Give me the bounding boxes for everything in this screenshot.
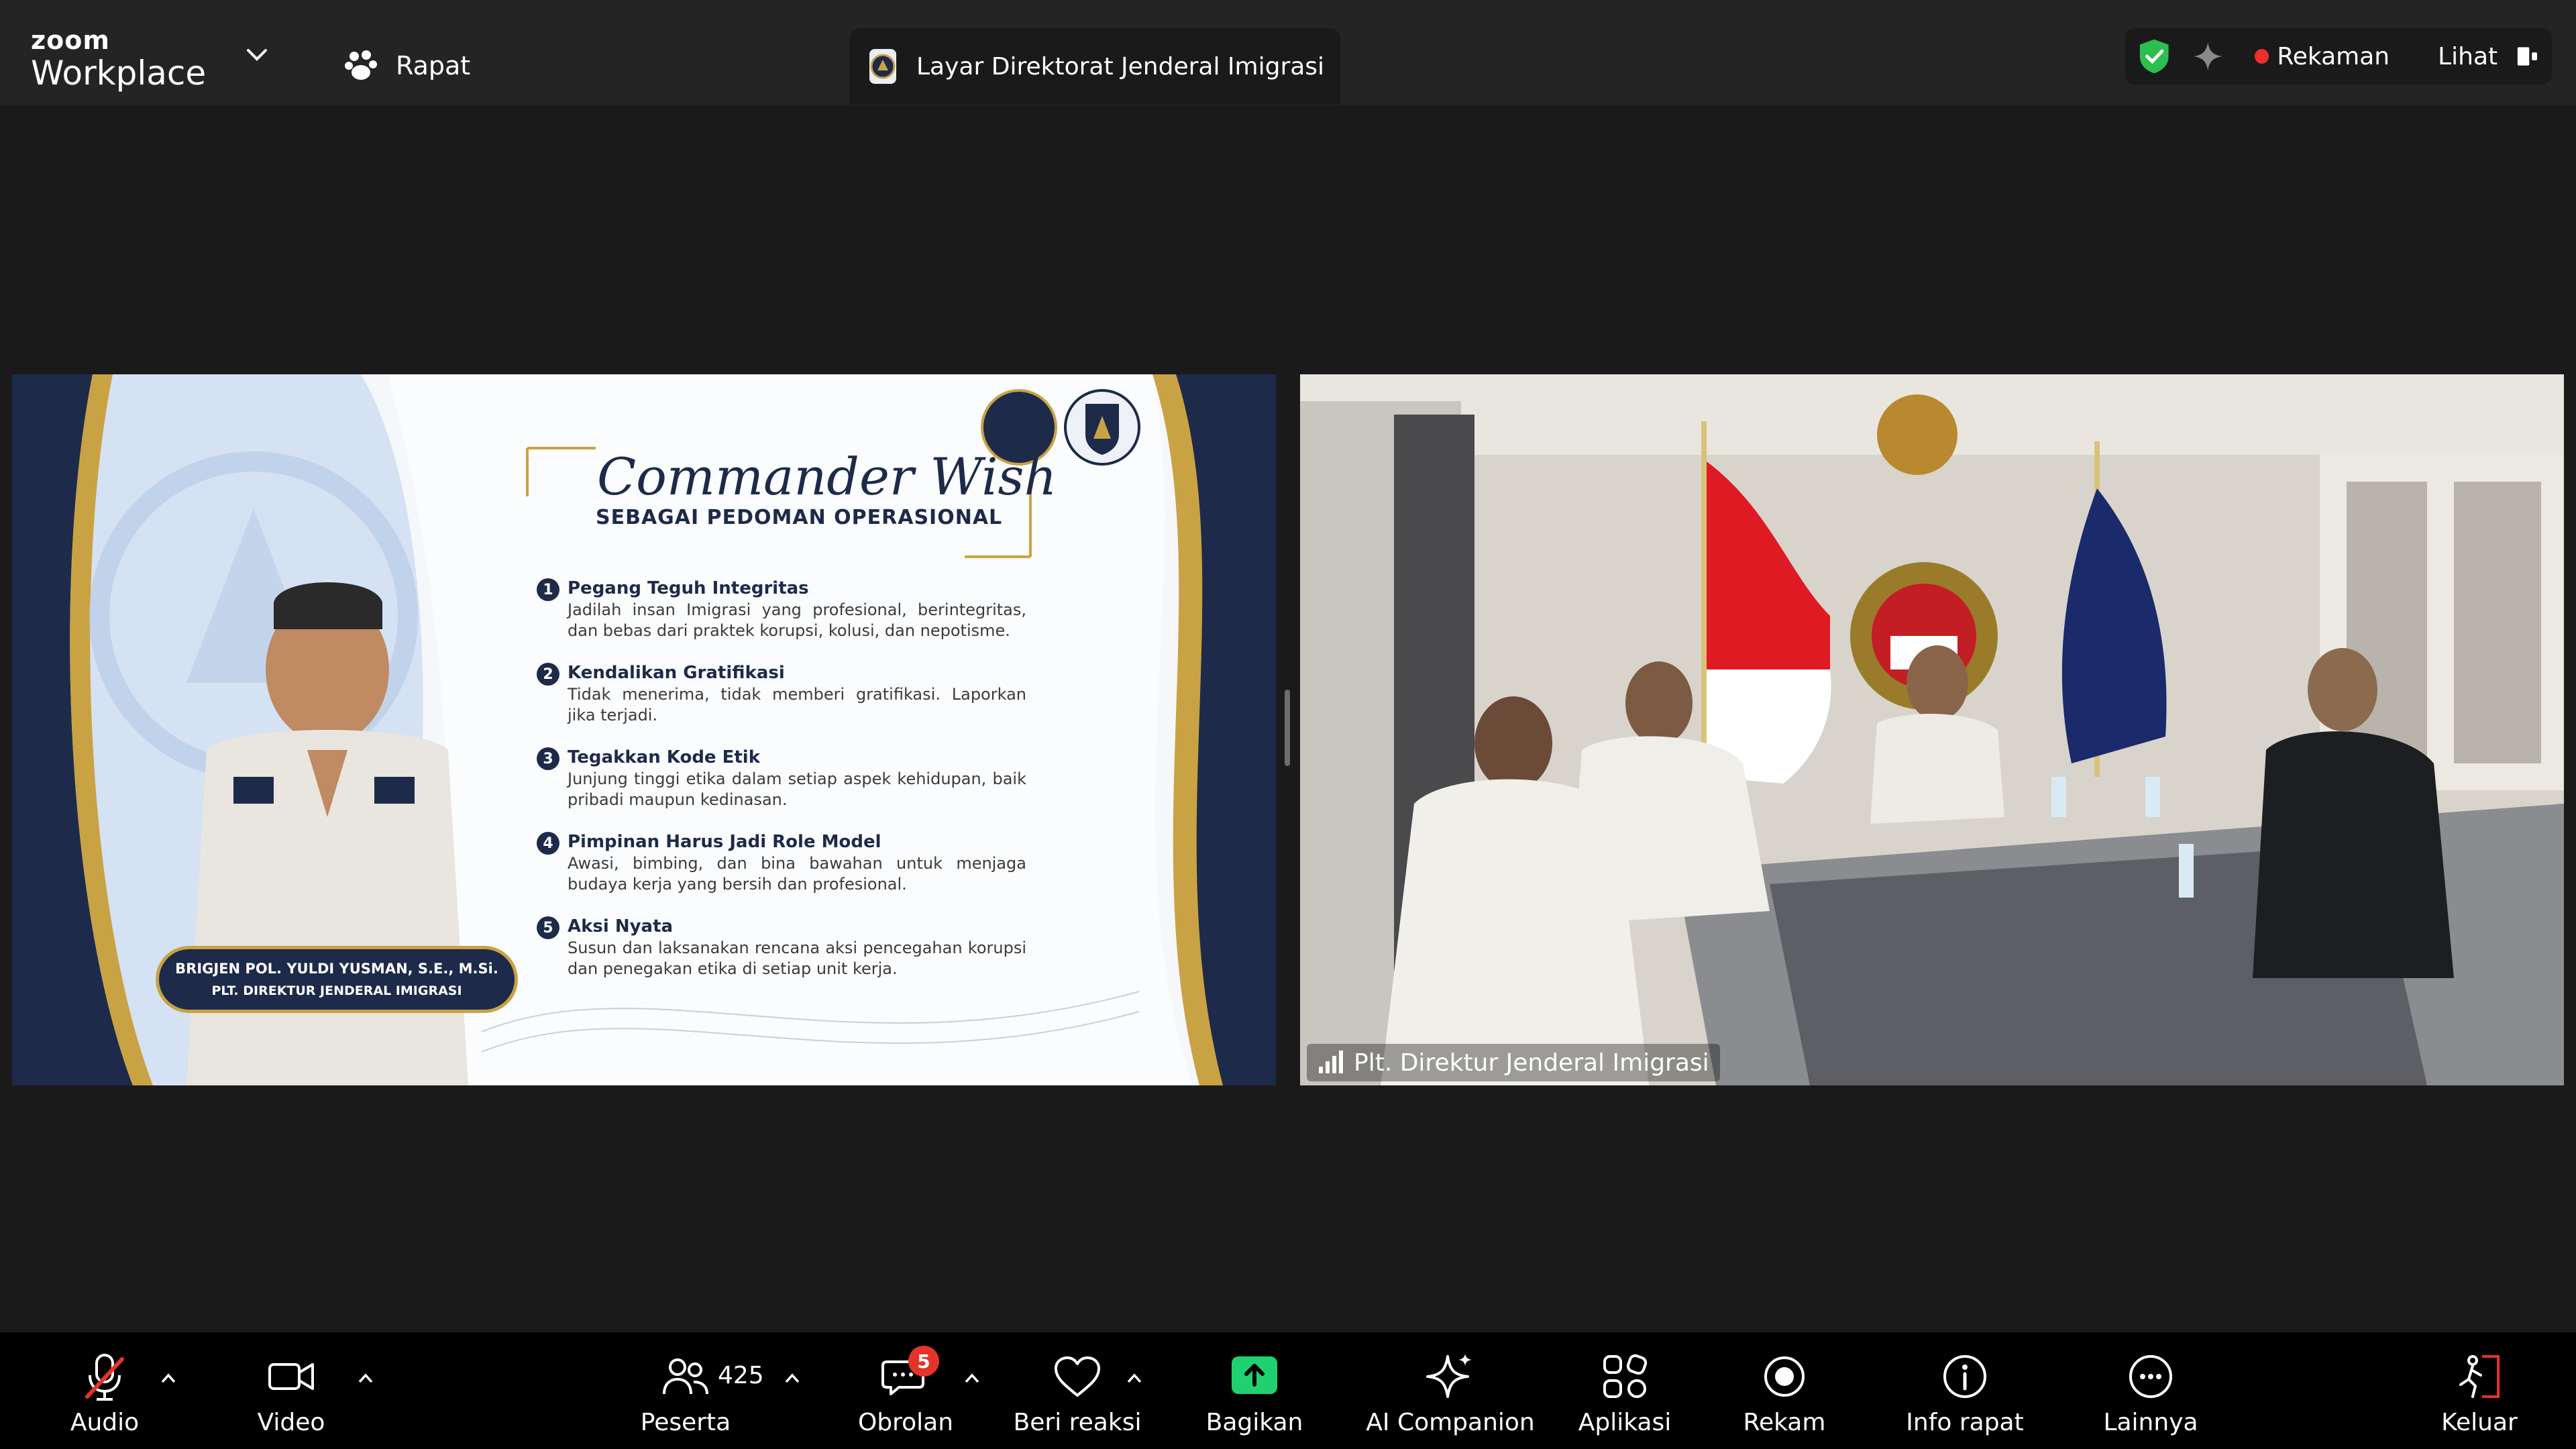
view-layout-icon[interactable] bbox=[2514, 43, 2540, 70]
participants-paw-icon bbox=[345, 50, 377, 80]
chat-unread-badge: 5 bbox=[908, 1346, 939, 1377]
microphone-muted-icon bbox=[85, 1354, 124, 1401]
brand-bottom: Workplace bbox=[31, 54, 207, 93]
point-description: Junjung tinggi etika dalam setiap aspek … bbox=[568, 769, 1026, 809]
share-tab-title: Layar Direktorat Jenderal Imigrasi bbox=[916, 52, 1325, 80]
zoom-meeting-window: zoom Workplace Rapat Layar Direktorat Je… bbox=[0, 0, 2576, 1449]
point-description: Awasi, bimbing, dan bina bawahan untuk m… bbox=[568, 854, 1026, 894]
ai-companion-button[interactable]: AI Companion bbox=[1363, 1332, 1538, 1449]
meeting-status-bar: Rekaman Lihat bbox=[2125, 28, 2552, 85]
view-button[interactable]: Lihat bbox=[2438, 43, 2498, 70]
zoom-workplace-logo[interactable]: zoom Workplace bbox=[31, 27, 206, 93]
more-dots-icon bbox=[2129, 1355, 2172, 1398]
list-item: 5 Aksi Nyata Susun dan laksanakan rencan… bbox=[537, 915, 1026, 979]
participant-name-tag: Plt. Direktur Jenderal Imigrasi bbox=[1307, 1044, 1720, 1081]
chat-button[interactable]: 5 Obrolan bbox=[857, 1332, 954, 1449]
audio-options-caret-icon[interactable] bbox=[158, 1368, 178, 1389]
point-number: 1 bbox=[537, 578, 559, 601]
meeting-label: Rapat bbox=[396, 51, 471, 80]
imigrasi-logo bbox=[1064, 389, 1140, 466]
meeting-info-button[interactable]: Info rapat bbox=[1902, 1332, 2027, 1449]
reaction-options-caret-icon[interactable] bbox=[1124, 1368, 1144, 1389]
reaction-button[interactable]: Beri reaksi bbox=[1013, 1332, 1142, 1449]
chevron-down-icon[interactable] bbox=[246, 47, 268, 63]
slide-title: Commander Wish bbox=[597, 447, 1057, 506]
point-number: 2 bbox=[537, 663, 559, 686]
leave-button[interactable]: Keluar bbox=[2432, 1332, 2526, 1449]
point-title: Pegang Teguh Integritas bbox=[568, 578, 809, 598]
apps-button[interactable]: Aplikasi bbox=[1578, 1332, 1672, 1449]
record-label: Rekam bbox=[1743, 1409, 1826, 1436]
point-number: 5 bbox=[537, 916, 559, 939]
point-description: Tidak menerima, tidak memberi gratifikas… bbox=[568, 685, 1026, 724]
shared-slide-tile[interactable]: Commander Wish SEBAGAI PEDOMAN OPERASION… bbox=[12, 374, 1276, 1085]
ai-companion-label: AI Companion bbox=[1366, 1409, 1535, 1436]
recording-dot-icon bbox=[2254, 49, 2269, 64]
chat-label: Obrolan bbox=[857, 1409, 954, 1436]
point-description: Susun dan laksanakan rencana aksi penceg… bbox=[568, 938, 1026, 978]
more-button[interactable]: Lainnya bbox=[2097, 1332, 2204, 1449]
video-camera-icon bbox=[268, 1363, 314, 1390]
participants-count: 425 bbox=[718, 1362, 764, 1389]
participant-video-tile[interactable]: Plt. Direktur Jenderal Imigrasi bbox=[1300, 374, 2564, 1085]
info-icon bbox=[1943, 1355, 1986, 1398]
officer-name-banner: BRIGJEN POL. YULDI YUSMAN, S.E., M.Si. P… bbox=[156, 946, 518, 1013]
imigrasi-logo-icon bbox=[869, 49, 896, 84]
point-number: 4 bbox=[537, 832, 559, 855]
apps-label: Aplikasi bbox=[1578, 1409, 1672, 1436]
top-bar: zoom Workplace Rapat Layar Direktorat Je… bbox=[0, 0, 2576, 105]
commander-wish-list: 1 Pegang Teguh Integritas Jadilah insan … bbox=[537, 577, 1026, 1000]
more-label: Lainnya bbox=[2103, 1409, 2198, 1436]
list-item: 1 Pegang Teguh Integritas Jadilah insan … bbox=[537, 577, 1026, 641]
video-options-caret-icon[interactable] bbox=[356, 1368, 376, 1389]
signal-strength-icon bbox=[1319, 1051, 1343, 1073]
video-button[interactable]: Video bbox=[251, 1332, 331, 1449]
leave-label: Keluar bbox=[2441, 1409, 2518, 1436]
shield-check-icon[interactable] bbox=[2137, 38, 2171, 75]
meeting-button[interactable]: Rapat bbox=[342, 42, 470, 90]
imigrasi-emblem-icon bbox=[1085, 404, 1119, 455]
brand-top: zoom bbox=[31, 25, 110, 55]
recording-label[interactable]: Rekaman bbox=[2277, 43, 2390, 70]
participants-options-caret-icon[interactable] bbox=[782, 1368, 802, 1389]
share-screen-button[interactable]: Bagikan bbox=[1205, 1332, 1303, 1449]
participants-label: Peserta bbox=[640, 1409, 731, 1436]
share-label: Bagikan bbox=[1205, 1409, 1303, 1436]
point-title: Pimpinan Harus Jadi Role Model bbox=[568, 832, 881, 852]
tile-resize-handle[interactable] bbox=[1285, 690, 1290, 766]
meeting-room-video bbox=[1300, 374, 2564, 1085]
ai-sparkle-icon[interactable] bbox=[2191, 39, 2224, 74]
point-title: Aksi Nyata bbox=[568, 916, 674, 936]
heart-icon bbox=[1055, 1356, 1100, 1397]
chat-options-caret-icon[interactable] bbox=[962, 1368, 982, 1389]
record-button[interactable]: Rekam bbox=[1737, 1332, 1831, 1449]
point-title: Tegakkan Kode Etik bbox=[568, 747, 761, 767]
meeting-info-label: Info rapat bbox=[1906, 1409, 2024, 1436]
list-item: 2 Kendalikan Gratifikasi Tidak menerima,… bbox=[537, 661, 1026, 726]
participants-icon bbox=[663, 1358, 708, 1395]
participants-button[interactable]: Peserta bbox=[639, 1332, 733, 1449]
officer-title: PLT. DIREKTUR JENDERAL IMIGRASI bbox=[211, 983, 462, 998]
record-icon bbox=[1764, 1356, 1805, 1397]
participant-name: Plt. Direktur Jenderal Imigrasi bbox=[1354, 1049, 1709, 1077]
meeting-toolbar: Audio Video Peserta 425 5 Obrolan Beri r… bbox=[0, 1332, 2576, 1449]
slide-subtitle: SEBAGAI PEDOMAN OPERASIONAL bbox=[596, 506, 1003, 529]
leave-door-icon bbox=[2459, 1355, 2500, 1398]
point-description: Jadilah insan Imigrasi yang profesional,… bbox=[568, 600, 1026, 640]
reaction-label: Beri reaksi bbox=[1013, 1409, 1142, 1436]
officer-name: BRIGJEN POL. YULDI YUSMAN, S.E., M.Si. bbox=[175, 961, 498, 977]
point-number: 3 bbox=[537, 747, 559, 770]
point-title: Kendalikan Gratifikasi bbox=[568, 663, 785, 683]
share-arrow-icon bbox=[1232, 1356, 1277, 1394]
video-label: Video bbox=[257, 1409, 325, 1436]
audio-button[interactable]: Audio bbox=[64, 1332, 145, 1449]
ai-sparkle-icon bbox=[1426, 1354, 1472, 1398]
list-item: 4 Pimpinan Harus Jadi Role Model Awasi, … bbox=[537, 830, 1026, 895]
share-screen-tab[interactable]: Layar Direktorat Jenderal Imigrasi bbox=[849, 28, 1340, 105]
audio-label: Audio bbox=[70, 1409, 140, 1436]
list-item: 3 Tegakkan Kode Etik Junjung tinggi etik… bbox=[537, 746, 1026, 810]
apps-grid-icon bbox=[1603, 1354, 1648, 1398]
